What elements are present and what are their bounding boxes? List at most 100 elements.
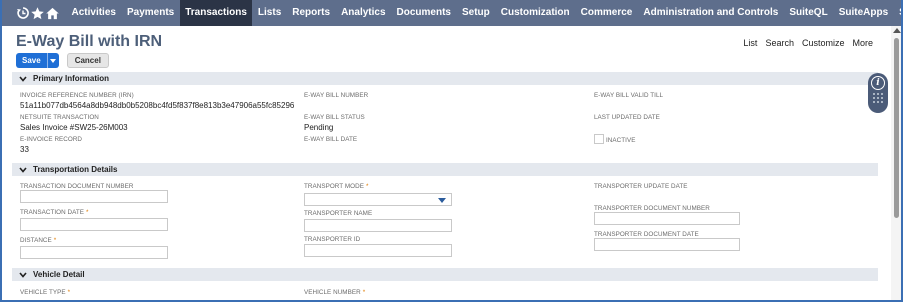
eway-bill-valid-till-field: E-WAY BILL VALID TILL — [594, 92, 663, 99]
einvoice-record-link[interactable]: 33 — [20, 145, 82, 154]
eway-bill-valid-till-label: E-WAY BILL VALID TILL — [594, 92, 664, 99]
customize-link[interactable]: Customize — [802, 38, 845, 48]
transaction-date-label: TRANSACTION DATE * — [20, 209, 89, 216]
nav-item-payments[interactable]: Payments — [121, 0, 179, 26]
recent-records-icon[interactable] — [16, 0, 30, 26]
help-widget[interactable]: i — [868, 73, 888, 113]
vehicle-type-label: VEHICLE TYPE * — [20, 289, 71, 296]
section-vehicle-detail[interactable]: Vehicle Detail — [12, 268, 878, 281]
required-mark: * — [365, 183, 369, 190]
last-updated-date-field: LAST UPDATED DATE — [594, 114, 660, 121]
netsuite-transaction-field: NETSUITE TRANSACTION Sales Invoice #SW25… — [20, 114, 128, 132]
transporter-name-field: TRANSPORTER NAME — [304, 210, 372, 217]
scrollbar-thumb[interactable] — [894, 38, 899, 218]
star-icon[interactable] — [30, 0, 45, 26]
required-mark: * — [67, 289, 71, 296]
section-primary-information[interactable]: Primary Information — [12, 72, 878, 85]
nav-item-suiteapps[interactable]: SuiteApps — [833, 0, 893, 26]
eway-bill-number-field: E-WAY BILL NUMBER — [304, 92, 368, 99]
transporter-document-date-input[interactable] — [594, 238, 740, 251]
scroll-up-arrow-icon[interactable] — [893, 28, 901, 33]
section-title: Vehicle Detail — [33, 270, 85, 279]
search-link[interactable]: Search — [765, 38, 794, 48]
dropdown-arrow-icon — [438, 198, 446, 203]
transporter-id-label: TRANSPORTER ID — [304, 236, 361, 243]
einvoice-record-field: E-INVOICE RECORD 33 — [20, 136, 82, 154]
nav-item-support[interactable]: Support — [894, 0, 901, 26]
eway-bill-number-label: E-WAY BILL NUMBER — [304, 92, 369, 99]
transporter-document-date-label: TRANSPORTER DOCUMENT DATE — [594, 231, 699, 238]
vehicle-type-field: VEHICLE TYPE * — [20, 289, 70, 296]
required-mark: * — [86, 209, 89, 216]
required-mark: * — [53, 237, 57, 244]
transporter-document-number-field: TRANSPORTER DOCUMENT NUMBER — [594, 205, 710, 212]
transaction-document-number-label: TRANSACTION DOCUMENT NUMBER — [20, 183, 134, 190]
vehicle-number-field: VEHICLE NUMBER * — [304, 289, 365, 296]
section-transportation-details[interactable]: Transportation Details — [12, 163, 878, 176]
info-icon[interactable]: i — [871, 76, 885, 90]
transporter-id-input[interactable] — [304, 244, 452, 257]
transporter-name-input[interactable] — [304, 219, 452, 232]
section-title: Primary Information — [33, 74, 110, 83]
page-title: E-Way Bill with IRN — [16, 33, 163, 50]
irn-value: 51a11b077db4564a8db948db0b5208bc4fd5f837… — [20, 101, 295, 110]
transporter-document-date-field: TRANSPORTER DOCUMENT DATE — [594, 231, 699, 238]
chevron-down-icon — [19, 271, 27, 279]
irn-label: INVOICE REFERENCE NUMBER (IRN) — [20, 92, 134, 99]
list-link[interactable]: List — [743, 38, 757, 48]
transaction-document-number-input[interactable] — [20, 190, 168, 203]
chevron-down-icon — [19, 166, 27, 174]
nav-item-suiteql[interactable]: SuiteQL — [784, 0, 833, 26]
transaction-document-number-field: TRANSACTION DOCUMENT NUMBER — [20, 183, 134, 190]
chevron-down-icon — [19, 75, 27, 83]
transport-mode-field: TRANSPORT MODE * — [304, 183, 368, 190]
netsuite-transaction-link[interactable]: Sales Invoice #SW25-26M003 — [20, 123, 128, 132]
more-link[interactable]: More — [852, 38, 873, 48]
inactive-checkbox[interactable] — [594, 134, 604, 144]
distance-input[interactable] — [20, 246, 168, 259]
distance-field: DISTANCE * — [20, 237, 56, 244]
nav-item-administration[interactable]: Administration and Controls — [638, 0, 784, 26]
eway-bill-status-field: E-WAY BILL STATUS Pending — [304, 114, 365, 132]
eway-bill-status-label: E-WAY BILL STATUS — [304, 114, 365, 121]
vehicle-number-label: VEHICLE NUMBER * — [304, 289, 366, 296]
save-options-dropdown[interactable] — [46, 53, 59, 68]
transporter-document-number-input[interactable] — [594, 212, 740, 225]
home-icon[interactable] — [45, 0, 60, 26]
nav-item-transactions[interactable]: Transactions — [179, 0, 253, 26]
transporter-update-date-label: TRANSPORTER UPDATE DATE — [594, 183, 688, 190]
action-buttons: Save Cancel — [16, 53, 109, 68]
save-button[interactable]: Save — [16, 53, 47, 68]
vertical-scrollbar[interactable] — [891, 26, 901, 300]
transport-mode-label: TRANSPORT MODE * — [304, 183, 369, 190]
eway-bill-date-field: E-WAY BILL DATE — [304, 136, 357, 143]
apps-grid-icon[interactable] — [873, 93, 883, 103]
nav-item-setup[interactable]: Setup — [456, 0, 495, 26]
nav-item-documents[interactable]: Documents — [391, 0, 456, 26]
nav-item-commerce[interactable]: Commerce — [575, 0, 638, 26]
nav-item-lists[interactable]: Lists — [252, 0, 286, 26]
nav-item-analytics[interactable]: Analytics — [336, 0, 391, 26]
required-mark: * — [362, 289, 366, 296]
app-window: Activities Payments Transactions Lists R… — [0, 0, 903, 302]
transporter-name-label: TRANSPORTER NAME — [304, 210, 373, 217]
eway-bill-status-value: Pending — [304, 123, 334, 132]
transaction-date-field: TRANSACTION DATE * — [20, 209, 89, 216]
irn-field: INVOICE REFERENCE NUMBER (IRN) 51a11b077… — [20, 92, 294, 110]
nav-item-customization[interactable]: Customization — [495, 0, 575, 26]
transporter-document-number-label: TRANSPORTER DOCUMENT NUMBER — [594, 205, 710, 212]
distance-label: DISTANCE * — [20, 237, 57, 244]
section-title: Transportation Details — [33, 165, 118, 174]
transport-mode-select[interactable] — [304, 193, 452, 206]
inactive-field: INACTIVE — [606, 137, 635, 144]
top-nav: Activities Payments Transactions Lists R… — [2, 0, 901, 26]
eway-bill-date-label: E-WAY BILL DATE — [304, 136, 358, 143]
last-updated-date-label: LAST UPDATED DATE — [594, 114, 660, 121]
transaction-date-input[interactable] — [20, 218, 168, 231]
nav-item-reports[interactable]: Reports — [287, 0, 336, 26]
inactive-label: INACTIVE — [606, 137, 636, 144]
netsuite-transaction-label: NETSUITE TRANSACTION — [20, 114, 99, 121]
nav-item-activities[interactable]: Activities — [66, 0, 121, 26]
cancel-button[interactable]: Cancel — [66, 53, 109, 68]
nav-menu: Activities Payments Transactions Lists R… — [66, 0, 901, 26]
